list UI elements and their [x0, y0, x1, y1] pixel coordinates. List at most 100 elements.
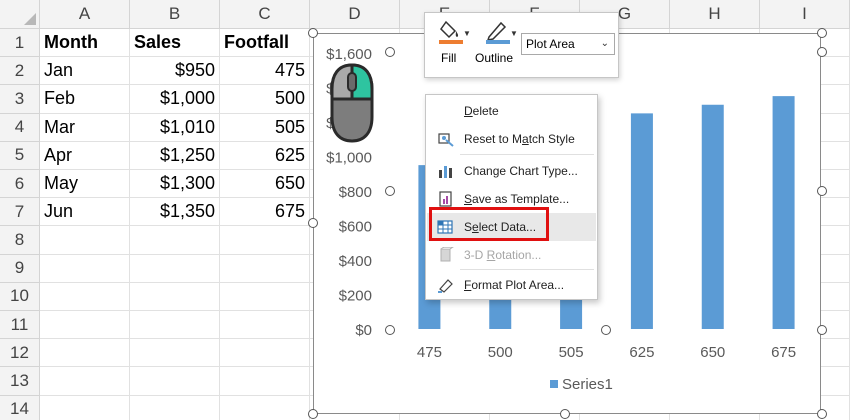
y-tick-label: $600	[339, 219, 372, 236]
resize-handle[interactable]	[385, 47, 395, 57]
cell-a11[interactable]	[40, 311, 130, 340]
row-header-14[interactable]: 14	[0, 395, 40, 420]
cell-a1[interactable]: Month	[40, 29, 130, 58]
menu-item-label: Format Plot Area...	[464, 278, 565, 292]
menu-item-label: 3-D Rotation...	[464, 248, 542, 262]
cell-b1[interactable]: Sales	[130, 29, 220, 58]
cell-a13[interactable]	[40, 367, 130, 396]
cell-a9[interactable]	[40, 254, 130, 283]
x-tick-label: 475	[417, 344, 442, 361]
menu-item-change-chart-type[interactable]: Change Chart Type...	[427, 157, 596, 185]
resize-handle[interactable]	[601, 325, 611, 335]
select-all-corner[interactable]	[0, 0, 40, 29]
cell-b14[interactable]	[130, 395, 220, 420]
column-header-c[interactable]: C	[220, 0, 310, 29]
cell-c2[interactable]: 475	[220, 57, 310, 86]
cell-c10[interactable]	[220, 282, 310, 311]
cell-b4[interactable]: $1,010	[130, 113, 220, 142]
legend-label[interactable]: Series1	[562, 376, 613, 393]
cell-b3[interactable]: $1,000	[130, 85, 220, 114]
cell-c8[interactable]	[220, 226, 310, 255]
cell-b6[interactable]: $1,300	[130, 170, 220, 199]
x-tick-label: 625	[629, 344, 654, 361]
row-header-6[interactable]: 6	[0, 170, 40, 199]
row-header-7[interactable]: 7	[0, 198, 40, 227]
row-header-4[interactable]: 4	[0, 113, 40, 142]
resize-handle[interactable]	[308, 218, 318, 228]
row-header-9[interactable]: 9	[0, 254, 40, 283]
cell-b11[interactable]	[130, 311, 220, 340]
row-header-11[interactable]: 11	[0, 311, 40, 340]
reset-style-icon	[437, 131, 455, 147]
resize-handle[interactable]	[817, 28, 827, 38]
cell-b8[interactable]	[130, 226, 220, 255]
column-header-d[interactable]: D	[310, 0, 400, 29]
resize-handle[interactable]	[560, 409, 570, 419]
cell-a10[interactable]	[40, 282, 130, 311]
resize-handle[interactable]	[817, 409, 827, 419]
resize-handle[interactable]	[385, 325, 395, 335]
cell-b12[interactable]	[130, 339, 220, 368]
cell-b10[interactable]	[130, 282, 220, 311]
cell-b13[interactable]	[130, 367, 220, 396]
cell-a2[interactable]: Jan	[40, 57, 130, 86]
cell-b5[interactable]: $1,250	[130, 141, 220, 170]
chart-bar-625[interactable]	[630, 113, 653, 329]
cell-c11[interactable]	[220, 311, 310, 340]
cell-b9[interactable]	[130, 254, 220, 283]
cell-c4[interactable]: 505	[220, 113, 310, 142]
menu-item-format-plot-area[interactable]: Format Plot Area...	[427, 271, 596, 299]
cell-a5[interactable]: Apr	[40, 141, 130, 170]
resize-handle[interactable]	[385, 186, 395, 196]
cell-b2[interactable]: $950	[130, 57, 220, 86]
cell-a6[interactable]: May	[40, 170, 130, 199]
cell-b7[interactable]: $1,350	[130, 198, 220, 227]
row-header-13[interactable]: 13	[0, 367, 40, 396]
format-icon	[437, 277, 455, 293]
row-header-3[interactable]: 3	[0, 85, 40, 114]
chart-bar-675[interactable]	[772, 96, 795, 329]
cell-a3[interactable]: Feb	[40, 85, 130, 114]
row-header-5[interactable]: 5	[0, 141, 40, 170]
cell-a7[interactable]: Jun	[40, 198, 130, 227]
column-header-b[interactable]: B	[130, 0, 220, 29]
row-header-10[interactable]: 10	[0, 282, 40, 311]
cell-a14[interactable]	[40, 395, 130, 420]
cell-a12[interactable]	[40, 339, 130, 368]
resize-handle[interactable]	[308, 28, 318, 38]
column-header-h[interactable]: H	[670, 0, 760, 29]
outline-dropdown-icon[interactable]: ▼	[510, 29, 518, 38]
cell-c14[interactable]	[220, 395, 310, 420]
column-header-i[interactable]: I	[760, 0, 850, 29]
row-header-8[interactable]: 8	[0, 226, 40, 255]
cell-c13[interactable]	[220, 367, 310, 396]
select-data-highlight	[429, 207, 549, 241]
resize-handle[interactable]	[817, 186, 827, 196]
cell-c6[interactable]: 650	[220, 170, 310, 199]
cell-c1[interactable]: Footfall	[220, 29, 310, 58]
cell-c3[interactable]: 500	[220, 85, 310, 114]
cell-c5[interactable]: 625	[220, 141, 310, 170]
row-header-1[interactable]: 1	[0, 29, 40, 58]
cell-a8[interactable]	[40, 226, 130, 255]
resize-handle[interactable]	[817, 325, 827, 335]
menu-item-reset-to-match-style[interactable]: Reset to Match Style	[427, 125, 596, 153]
x-tick-label: 505	[559, 344, 584, 361]
cell-c12[interactable]	[220, 339, 310, 368]
cell-a4[interactable]: Mar	[40, 113, 130, 142]
menu-separator	[460, 269, 594, 270]
row-header-12[interactable]: 12	[0, 339, 40, 368]
column-header-a[interactable]: A	[40, 0, 130, 29]
chart-bar-650[interactable]	[701, 104, 724, 329]
y-tick-label: $0	[355, 322, 372, 339]
cell-c9[interactable]	[220, 254, 310, 283]
cell-c7[interactable]: 675	[220, 198, 310, 227]
resize-handle[interactable]	[817, 47, 827, 57]
paint-bucket-icon	[439, 20, 463, 44]
resize-handle[interactable]	[308, 409, 318, 419]
row-header-2[interactable]: 2	[0, 57, 40, 86]
context-menu: Delete Reset to Match Style Change Chart T…	[425, 94, 598, 300]
chart-element-select[interactable]: Plot Area ⌄	[521, 33, 615, 55]
fill-dropdown-icon[interactable]: ▼	[463, 29, 471, 38]
menu-item-delete[interactable]: Delete	[427, 97, 596, 125]
